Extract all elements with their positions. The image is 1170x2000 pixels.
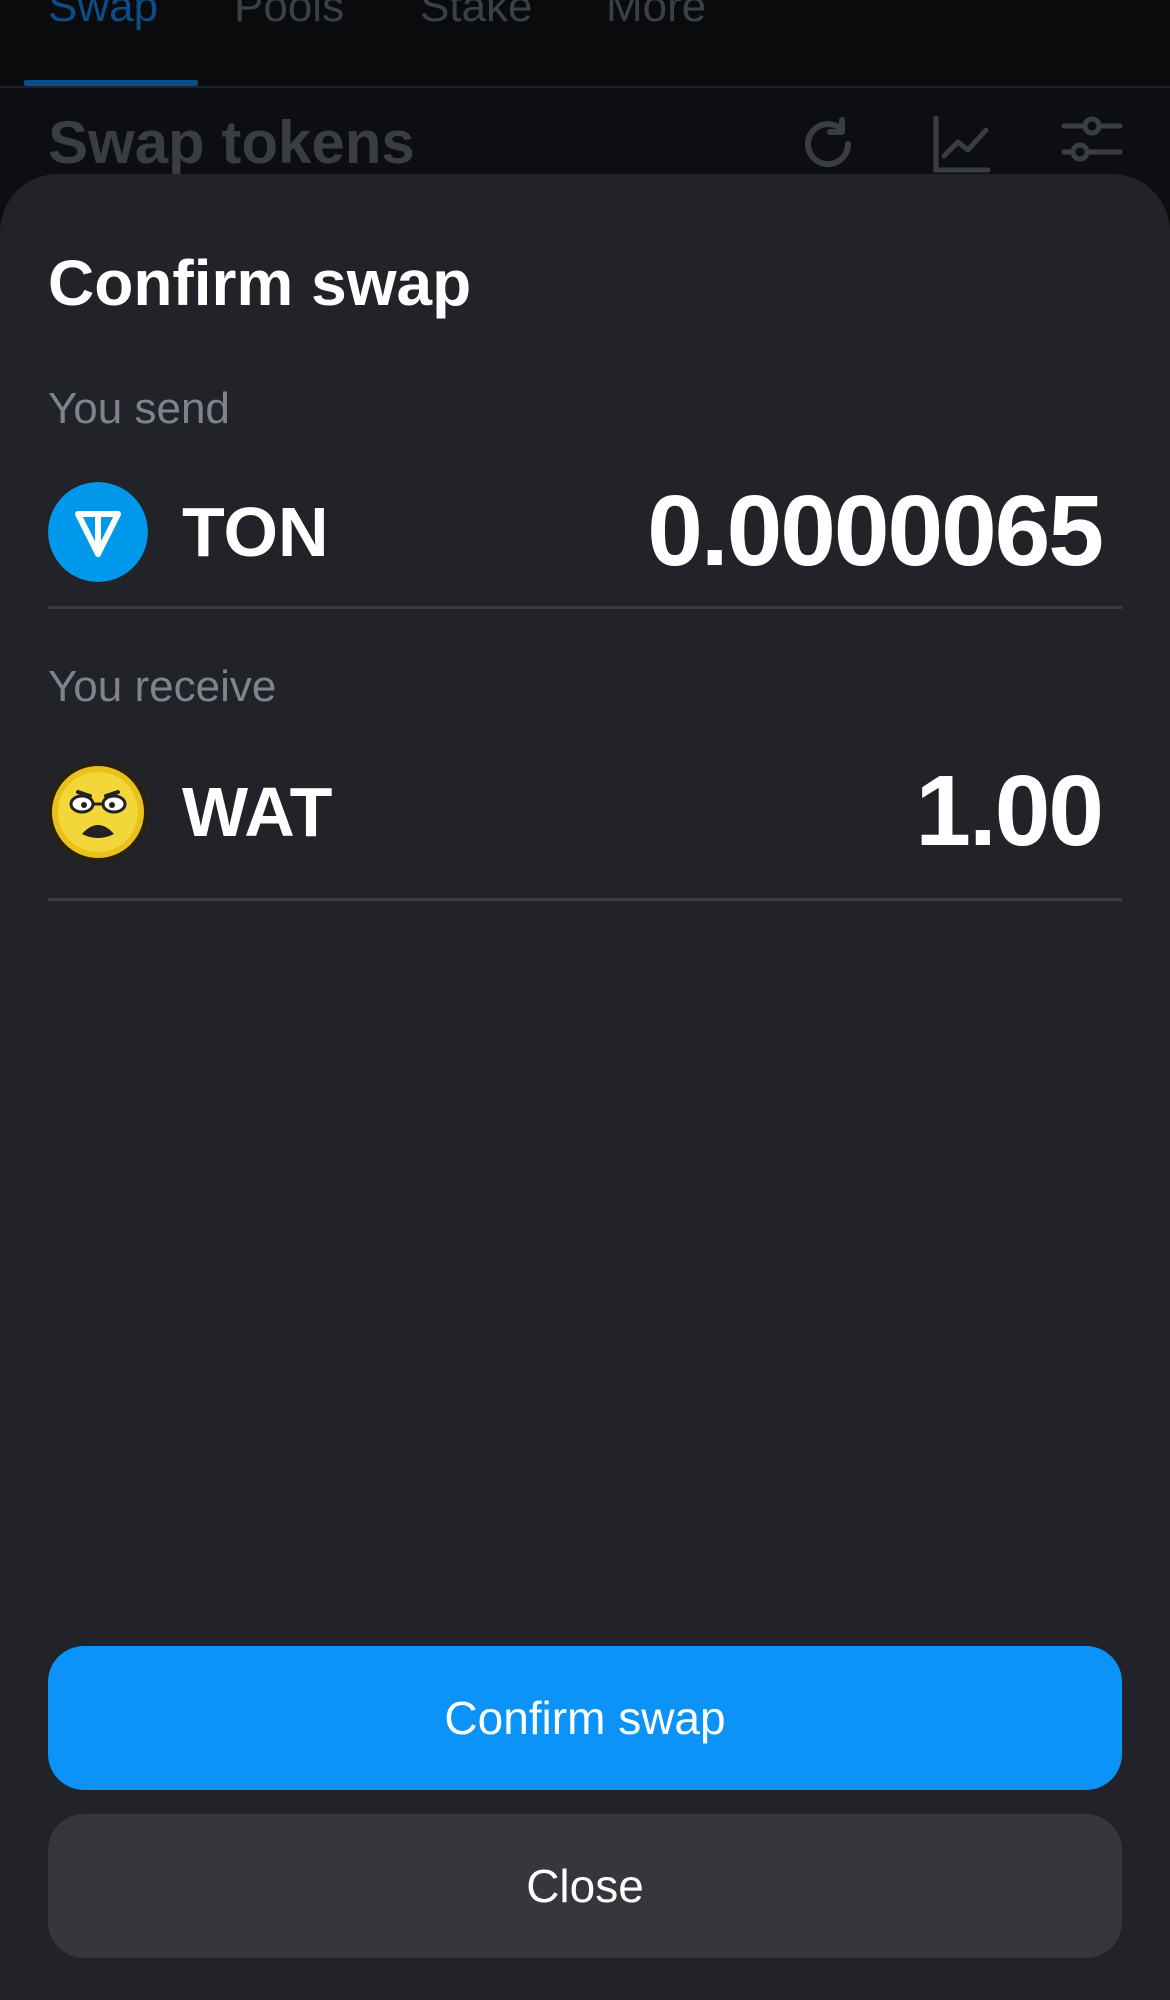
tab-pools[interactable]: Pools xyxy=(234,0,344,32)
tab-more[interactable]: More xyxy=(606,0,706,32)
refresh-icon[interactable] xyxy=(796,112,860,176)
ton-logo-icon xyxy=(48,482,148,582)
receive-label: You receive xyxy=(48,662,277,711)
page-title: Swap tokens xyxy=(48,109,415,176)
tab-stake[interactable]: Stake xyxy=(420,0,533,32)
close-button[interactable]: Close xyxy=(48,1814,1122,1958)
receive-token-row: WAT 1.00 xyxy=(48,755,1122,867)
receive-amount: 1.00 xyxy=(915,755,1104,867)
wat-logo-icon xyxy=(48,762,148,862)
modal-title: Confirm swap xyxy=(48,247,472,319)
tab-swap[interactable]: Swap xyxy=(48,0,158,32)
confirm-swap-sheet: Confirm swap You send TON 0.0000065 You … xyxy=(0,174,1170,2000)
send-token-symbol: TON xyxy=(182,493,329,571)
receive-token-symbol: WAT xyxy=(182,773,333,851)
send-label: You send xyxy=(48,384,230,433)
receive-divider xyxy=(48,898,1122,901)
send-divider xyxy=(48,606,1122,609)
confirm-swap-button[interactable]: Confirm swap xyxy=(48,1646,1122,1790)
top-nav: Swap Pools Stake More xyxy=(0,0,1170,88)
app-screen: Swap Pools Stake More Swap tokens Confir… xyxy=(0,0,1170,2000)
settings-sliders-icon[interactable] xyxy=(1060,112,1124,176)
active-tab-indicator xyxy=(24,80,198,86)
chart-icon[interactable] xyxy=(930,112,994,176)
send-token-row: TON 0.0000065 xyxy=(48,475,1122,587)
send-amount: 0.0000065 xyxy=(647,475,1104,587)
